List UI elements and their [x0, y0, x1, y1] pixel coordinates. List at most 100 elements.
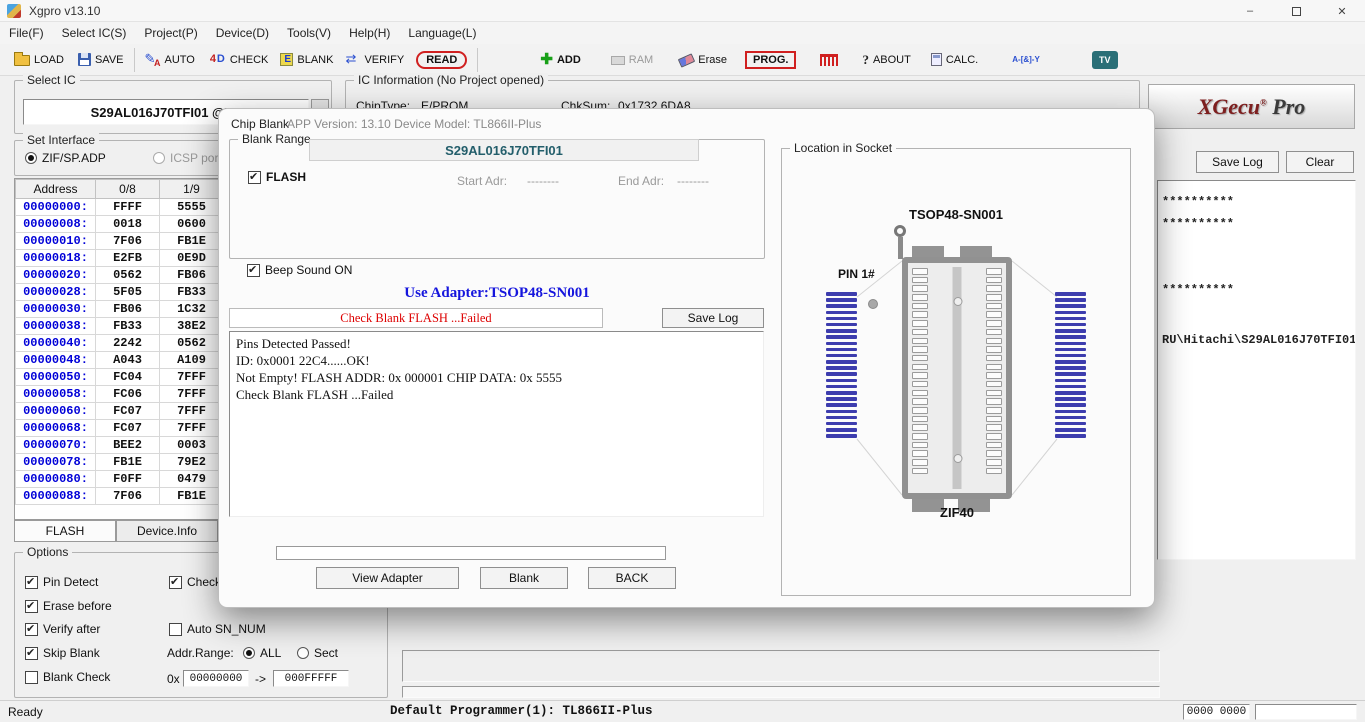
- hex-value-cell[interactable]: 0600: [160, 216, 224, 233]
- hex-address-cell[interactable]: 00000058:: [16, 386, 96, 403]
- view-adapter-button[interactable]: View Adapter: [316, 567, 459, 589]
- hex-value-cell[interactable]: 1C32: [160, 301, 224, 318]
- hex-address-cell[interactable]: 00000068:: [16, 420, 96, 437]
- hex-value-cell[interactable]: FB06: [160, 267, 224, 284]
- back-button[interactable]: BACK: [588, 567, 676, 589]
- prog-button[interactable]: PROG.: [745, 51, 796, 69]
- menu-tools[interactable]: Tools(V): [278, 23, 340, 43]
- hex-value-cell[interactable]: 0479: [160, 471, 224, 488]
- hex-address-cell[interactable]: 00000038:: [16, 318, 96, 335]
- menu-file[interactable]: File(F): [0, 23, 53, 43]
- hex-value-cell[interactable]: 5555: [160, 199, 224, 216]
- dialog-save-log-button[interactable]: Save Log: [662, 308, 764, 328]
- clear-log-button[interactable]: Clear: [1286, 151, 1354, 173]
- hex-address-cell[interactable]: 00000008:: [16, 216, 96, 233]
- about-button[interactable]: ?ABOUT: [858, 47, 914, 73]
- hex-address-cell[interactable]: 00000018:: [16, 250, 96, 267]
- logic-test-button[interactable]: [1008, 47, 1044, 73]
- tab-device-info[interactable]: Device.Info: [116, 520, 218, 542]
- tab-flash[interactable]: FLASH: [14, 520, 116, 542]
- menu-help[interactable]: Help(H): [340, 23, 399, 43]
- option-pin-detect[interactable]: Pin Detect: [25, 575, 98, 589]
- hex-address-cell[interactable]: 00000040:: [16, 335, 96, 352]
- auto-button[interactable]: AUTO: [141, 47, 199, 73]
- blank-button[interactable]: BLANK: [276, 47, 337, 73]
- addr-range-all-radio[interactable]: ALL: [243, 646, 281, 660]
- ic-config-button[interactable]: [816, 47, 842, 73]
- dialog-blank-button[interactable]: Blank: [480, 567, 568, 589]
- save-log-button[interactable]: Save Log: [1196, 151, 1279, 173]
- hex-address-cell[interactable]: 00000078:: [16, 454, 96, 471]
- hex-value-cell[interactable]: FC04: [96, 369, 160, 386]
- hex-value-cell[interactable]: BEE2: [96, 437, 160, 454]
- option-erase-before[interactable]: Erase before: [25, 599, 112, 613]
- flash-checkbox[interactable]: FLASH: [248, 170, 306, 184]
- option-check[interactable]: Check: [169, 575, 221, 589]
- hex-value-cell[interactable]: F0FF: [96, 471, 160, 488]
- hex-value-cell[interactable]: 0003: [160, 437, 224, 454]
- hex-value-cell[interactable]: 0562: [96, 267, 160, 284]
- ram-button[interactable]: RAM: [607, 47, 657, 73]
- hex-value-cell[interactable]: 7F06: [96, 233, 160, 250]
- load-button[interactable]: LOAD: [10, 47, 68, 73]
- hex-value-cell[interactable]: 79E2: [160, 454, 224, 471]
- hex-address-cell[interactable]: 00000028:: [16, 284, 96, 301]
- hex-address-cell[interactable]: 00000020:: [16, 267, 96, 284]
- hex-value-cell[interactable]: 7FFF: [160, 403, 224, 420]
- minimize-button[interactable]: –: [1227, 0, 1273, 22]
- hex-value-cell[interactable]: 38E2: [160, 318, 224, 335]
- hex-value-cell[interactable]: 2242: [96, 335, 160, 352]
- hex-value-cell[interactable]: 0E9D: [160, 250, 224, 267]
- hex-address-cell[interactable]: 00000060:: [16, 403, 96, 420]
- option-auto-sn[interactable]: Auto SN_NUM: [169, 622, 266, 636]
- hex-value-cell[interactable]: FB33: [96, 318, 160, 335]
- hex-value-cell[interactable]: E2FB: [96, 250, 160, 267]
- hex-value-cell[interactable]: FB1E: [160, 233, 224, 250]
- addr-range-sect-radio[interactable]: Sect: [297, 646, 338, 660]
- hex-value-cell[interactable]: FC06: [96, 386, 160, 403]
- menu-device[interactable]: Device(D): [207, 23, 278, 43]
- hex-address-cell[interactable]: 00000030:: [16, 301, 96, 318]
- hex-address-cell[interactable]: 00000048:: [16, 352, 96, 369]
- hex-value-cell[interactable]: FFFF: [96, 199, 160, 216]
- read-button[interactable]: READ: [416, 51, 467, 69]
- menu-language[interactable]: Language(L): [399, 23, 485, 43]
- end-address-input[interactable]: 000FFFFF: [273, 670, 349, 687]
- start-address-input[interactable]: 00000000: [183, 670, 249, 687]
- hex-value-cell[interactable]: FB1E: [96, 454, 160, 471]
- hex-address-cell[interactable]: 00000080:: [16, 471, 96, 488]
- hex-address-cell[interactable]: 00000050:: [16, 369, 96, 386]
- hex-value-cell[interactable]: 0562: [160, 335, 224, 352]
- hex-value-cell[interactable]: 7FFF: [160, 386, 224, 403]
- beep-sound-checkbox[interactable]: Beep Sound ON: [247, 263, 352, 277]
- hex-address-cell[interactable]: 00000010:: [16, 233, 96, 250]
- hex-value-cell[interactable]: A043: [96, 352, 160, 369]
- add-button[interactable]: ✚ADD: [536, 47, 584, 73]
- close-button[interactable]: ✕: [1319, 0, 1365, 22]
- hex-buffer-view[interactable]: Address 0/8 1/9 00000000:FFFF55550000000…: [14, 178, 223, 520]
- tv-button[interactable]: TV: [1092, 51, 1118, 69]
- option-verify-after[interactable]: Verify after: [25, 622, 100, 636]
- hex-address-cell[interactable]: 00000070:: [16, 437, 96, 454]
- hex-value-cell[interactable]: FB33: [160, 284, 224, 301]
- check-button[interactable]: CHECK: [205, 47, 273, 73]
- hex-value-cell[interactable]: FC07: [96, 420, 160, 437]
- menu-project[interactable]: Project(P): [135, 23, 206, 43]
- hex-address-cell[interactable]: 00000000:: [16, 199, 96, 216]
- hex-value-cell[interactable]: A109: [160, 352, 224, 369]
- zif-radio[interactable]: ZIF/SP.ADP: [25, 151, 106, 165]
- hex-value-cell[interactable]: 0018: [96, 216, 160, 233]
- hex-value-cell[interactable]: 5F05: [96, 284, 160, 301]
- hex-address-cell[interactable]: 00000088:: [16, 488, 96, 505]
- hex-value-cell[interactable]: FC07: [96, 403, 160, 420]
- erase-button[interactable]: Erase: [675, 47, 731, 73]
- option-skip-blank[interactable]: Skip Blank: [25, 646, 100, 660]
- calc-button[interactable]: CALC.: [927, 47, 982, 73]
- hex-value-cell[interactable]: FB1E: [160, 488, 224, 505]
- menu-select-ic[interactable]: Select IC(S): [53, 23, 136, 43]
- option-blank-check[interactable]: Blank Check: [25, 670, 110, 684]
- hex-value-cell[interactable]: FB06: [96, 301, 160, 318]
- hex-value-cell[interactable]: 7FFF: [160, 369, 224, 386]
- verify-button[interactable]: VERIFY: [341, 47, 408, 73]
- save-button[interactable]: SAVE: [74, 47, 128, 73]
